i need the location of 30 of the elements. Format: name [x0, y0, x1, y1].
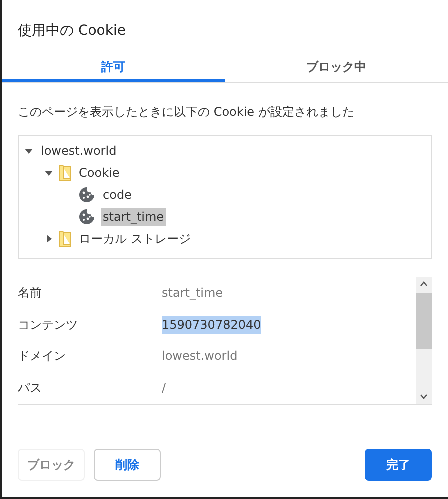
scroll-up-icon[interactable]: [420, 281, 428, 287]
dialog-title: 使用中の Cookie: [18, 23, 126, 39]
field-label: パス: [18, 380, 43, 398]
tree-item[interactable]: Cookie: [77, 164, 122, 182]
folder-icon: [59, 165, 71, 181]
tab[interactable]: ブロック中: [225, 54, 448, 82]
field-value: lowest.world: [162, 348, 238, 366]
tree-item[interactable]: ローカル ストレージ: [77, 230, 193, 248]
field-label: 名前: [18, 284, 43, 302]
field-value: start_time: [162, 284, 224, 302]
scrollbar[interactable]: [416, 277, 432, 404]
expanded-caret-icon[interactable]: [25, 147, 33, 155]
description-text: このページを表示したときに以下の Cookie が設定されました: [18, 105, 354, 119]
folder-icon: [59, 231, 71, 247]
field-value: /: [162, 380, 166, 398]
tree-item[interactable]: lowest.world: [39, 142, 119, 160]
collapsed-caret-icon[interactable]: [45, 235, 53, 243]
dialog-button[interactable]: 削除: [94, 449, 161, 481]
cookie-icon: [79, 187, 95, 203]
cookie-icon: [79, 209, 95, 225]
expanded-caret-icon[interactable]: [45, 169, 53, 177]
dialog-button[interactable]: 完了: [365, 449, 432, 481]
field-label: コンテンツ: [18, 316, 79, 334]
field-label: ドメイン: [18, 348, 67, 366]
tree-item[interactable]: code: [101, 186, 134, 204]
field-value: 1590730782040: [162, 316, 262, 334]
tab[interactable]: 許可: [2, 54, 225, 82]
tree-item[interactable]: start_time: [101, 208, 166, 226]
scrollbar-thumb[interactable]: [416, 293, 432, 349]
scroll-down-icon[interactable]: [420, 394, 428, 400]
